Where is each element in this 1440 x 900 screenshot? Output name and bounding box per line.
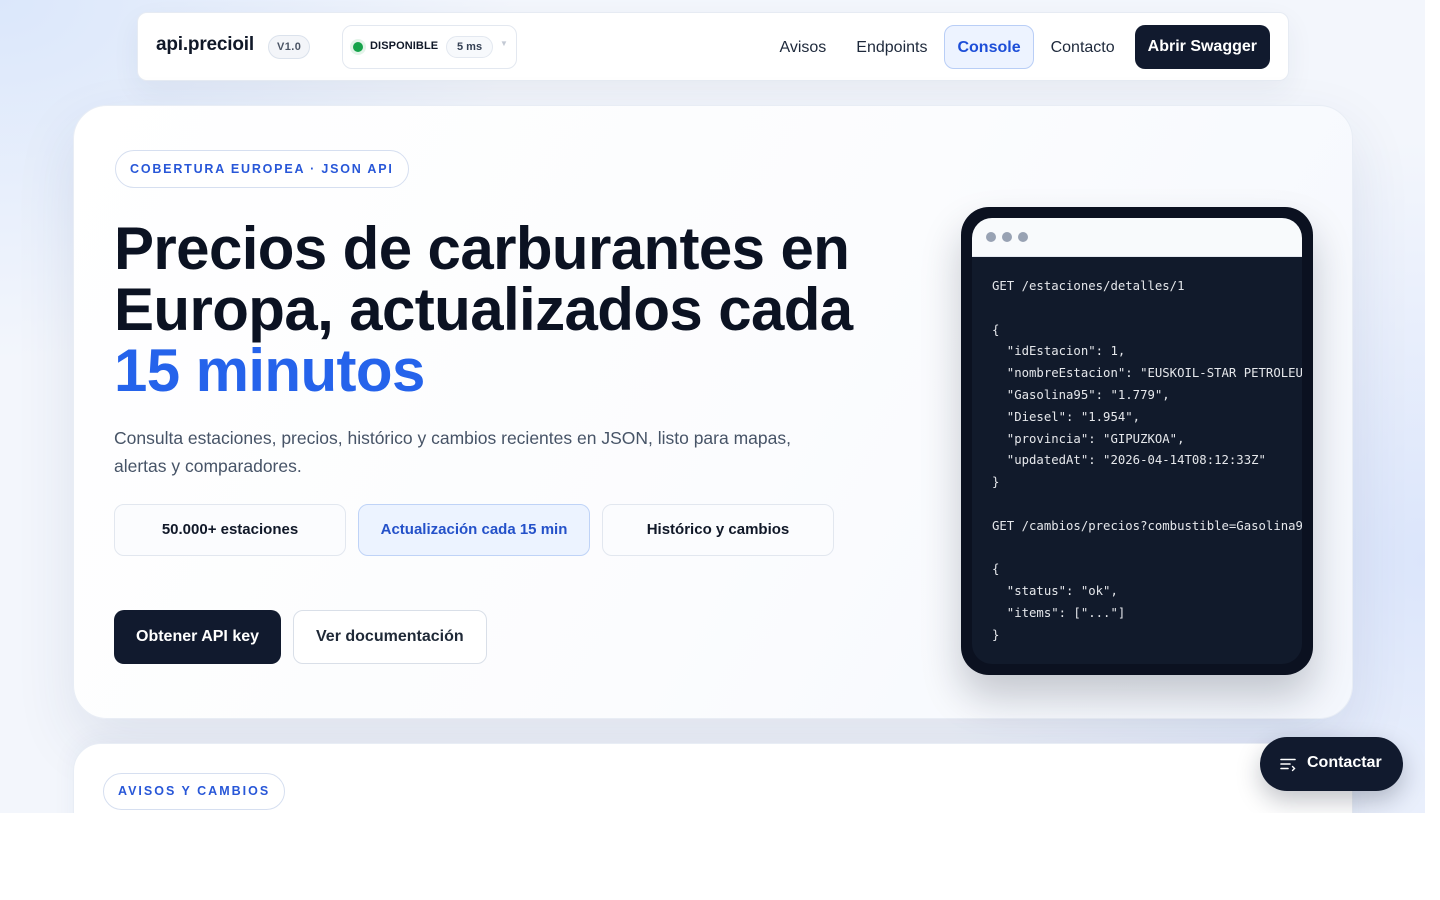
code-preview-window: GET /estaciones/detalles/1 { "idEstacion… bbox=[972, 218, 1302, 664]
status-dot-icon bbox=[353, 42, 363, 52]
window-dot-icon bbox=[986, 232, 996, 242]
feature-pills: 50.000+ estaciones Actualización cada 15… bbox=[114, 504, 834, 556]
code-sample: GET /estaciones/detalles/1 { "idEstacion… bbox=[992, 279, 1302, 642]
open-swagger-button[interactable]: Abrir Swagger bbox=[1134, 25, 1270, 69]
window-dot-icon bbox=[1018, 232, 1028, 242]
latency-badge: 5 ms bbox=[446, 36, 494, 58]
nav-links: Avisos Endpoints Console Contacto Abrir … bbox=[762, 25, 1270, 69]
nav-link-contacto[interactable]: Contacto bbox=[1038, 25, 1128, 69]
hero-title-line-1: Precios de carburantes en bbox=[114, 215, 850, 282]
hero-section: COBERTURA EUROPEA · JSON API Precios de … bbox=[73, 105, 1353, 719]
get-api-key-button[interactable]: Obtener API key bbox=[114, 610, 282, 664]
feature-history: Histórico y cambios bbox=[602, 504, 834, 556]
scrollbar-gutter bbox=[1425, 0, 1440, 813]
contact-floating-button[interactable]: Contactar bbox=[1260, 737, 1403, 791]
nav-link-endpoints[interactable]: Endpoints bbox=[843, 25, 940, 69]
hero-title: Precios de carburantes en Europa, actual… bbox=[114, 218, 914, 401]
contact-button-label: Contactar bbox=[1307, 754, 1382, 771]
code-preview-frame: GET /estaciones/detalles/1 { "idEstacion… bbox=[961, 207, 1313, 675]
view-docs-button[interactable]: Ver documentación bbox=[293, 610, 487, 664]
hero-title-accent: 15 minutos bbox=[114, 337, 425, 404]
page-viewport: api.precioil V1.0 DISPONIBLE 5 ms ▼ Avis… bbox=[0, 0, 1425, 813]
brand-logo[interactable]: api.precioil bbox=[156, 34, 254, 56]
version-badge: V1.0 bbox=[268, 35, 311, 59]
menu-lines-icon bbox=[1280, 758, 1296, 772]
nav-link-avisos[interactable]: Avisos bbox=[766, 25, 839, 69]
hero-cta-row: Obtener API key Ver documentación bbox=[114, 610, 487, 664]
window-dot-icon bbox=[1002, 232, 1012, 242]
feature-update-frequency: Actualización cada 15 min bbox=[358, 504, 590, 556]
hero-title-line-2: Europa, actualizados cada bbox=[114, 276, 853, 343]
nav-link-console[interactable]: Console bbox=[944, 25, 1034, 69]
status-label: DISPONIBLE bbox=[370, 40, 439, 52]
feature-stations: 50.000+ estaciones bbox=[114, 504, 346, 556]
hero-subtitle: Consulta estaciones, precios, histórico … bbox=[114, 428, 791, 476]
hero-eyebrow-badge: COBERTURA EUROPEA · JSON API bbox=[115, 150, 409, 188]
top-navbar: api.precioil V1.0 DISPONIBLE 5 ms ▼ Avis… bbox=[137, 12, 1289, 81]
api-status-indicator[interactable]: DISPONIBLE 5 ms ▼ bbox=[342, 25, 517, 69]
code-window-titlebar bbox=[972, 218, 1302, 257]
alerts-section: AVISOS Y CAMBIOS bbox=[73, 743, 1353, 813]
alerts-eyebrow-badge: AVISOS Y CAMBIOS bbox=[103, 773, 286, 810]
chevron-down-icon: ▼ bbox=[500, 39, 508, 48]
